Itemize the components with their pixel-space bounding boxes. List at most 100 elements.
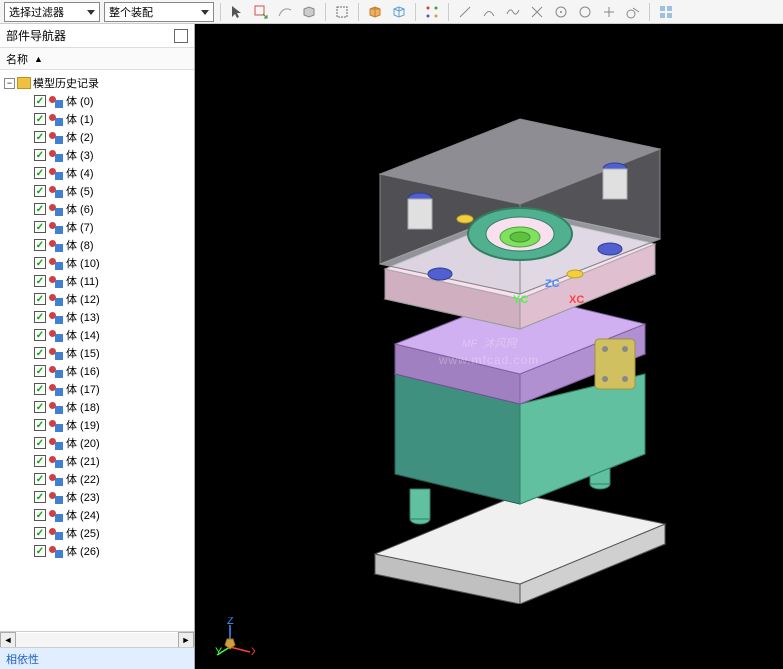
tree-item-body[interactable]: ✓ 体 (11) <box>2 272 192 290</box>
line-tool-icon[interactable] <box>455 2 475 22</box>
checkbox-icon[interactable]: ✓ <box>34 329 46 341</box>
checkbox-icon[interactable]: ✓ <box>34 401 46 413</box>
checkbox-icon[interactable]: ✓ <box>34 455 46 467</box>
checkbox-icon[interactable]: ✓ <box>34 203 46 215</box>
checkbox-icon[interactable]: ✓ <box>34 347 46 359</box>
tangent-tool-icon[interactable] <box>623 2 643 22</box>
side-bracket[interactable] <box>595 339 635 389</box>
3d-viewport[interactable]: ZC YC XC MF 沐风网 www.mfcad.com X Y Z <box>195 24 783 669</box>
tree-root-history[interactable]: − 模型历史记录 <box>2 74 192 92</box>
arc-tool-icon[interactable] <box>479 2 499 22</box>
tree-item-body[interactable]: ✓体 (6) <box>2 200 192 218</box>
tree-item-body[interactable]: ✓体 (5) <box>2 182 192 200</box>
tree-item-body[interactable]: ✓体 (13) <box>2 308 192 326</box>
checkbox-icon[interactable]: ✓ <box>34 95 46 107</box>
tree-item-label: 体 (19) <box>66 417 100 433</box>
model-tree[interactable]: − 模型历史记录 ✓体 (0)✓体 (1)✓体 (2)✓体 (3)✓体 (4)✓… <box>0 70 194 631</box>
checkbox-icon[interactable]: ✓ <box>34 311 46 323</box>
horizontal-scrollbar[interactable]: ◄ ► <box>0 631 194 647</box>
dependency-section-header[interactable]: 相依性 <box>0 647 194 669</box>
scroll-track[interactable] <box>16 633 178 647</box>
checkbox-icon[interactable]: ✓ <box>34 383 46 395</box>
scroll-right-icon[interactable]: ► <box>178 632 194 648</box>
tree-item-body[interactable]: ✓体 (2) <box>2 128 192 146</box>
tree-item-body[interactable]: ✓体 (3) <box>2 146 192 164</box>
checkbox-icon[interactable]: ✓ <box>34 419 46 431</box>
tree-item-body[interactable]: ✓体 (26) <box>2 542 192 560</box>
tree-item-body[interactable]: ✓ 体 (19) <box>2 416 192 434</box>
toolbar-separator <box>220 3 221 21</box>
circle-tool-icon[interactable] <box>575 2 595 22</box>
axis-z-label: ZC <box>545 278 560 290</box>
tree-item-body[interactable]: ✓体 (23) <box>2 488 192 506</box>
checkbox-icon[interactable]: ✓ <box>34 185 46 197</box>
tree-item-body[interactable]: ✓体 (25) <box>2 524 192 542</box>
tree-item-body[interactable]: ✓体 (15) <box>2 344 192 362</box>
watermark: MF 沐风网 www.mfcad.com <box>439 327 539 367</box>
point-tool-icon[interactable] <box>599 2 619 22</box>
tree-item-body[interactable]: ✓体 (8) <box>2 236 192 254</box>
tree-item-body[interactable]: ✓体 (22) <box>2 470 192 488</box>
axis-x-label: XC <box>569 294 584 306</box>
tree-item-body[interactable]: ✓体 (14) <box>2 326 192 344</box>
tree-item-body[interactable]: ✓体 (20) <box>2 434 192 452</box>
tree-item-body[interactable]: ✓体 (10) <box>2 254 192 272</box>
tree-item-body[interactable]: ✓ 体 (12) <box>2 290 192 308</box>
selection-filter-dropdown[interactable]: 选择过滤器 <box>4 2 100 22</box>
checkbox-icon[interactable]: ✓ <box>34 131 46 143</box>
collapse-icon[interactable]: − <box>4 78 15 89</box>
checkbox-icon[interactable]: ✓ <box>34 365 46 377</box>
pin-panel-icon[interactable] <box>174 29 188 43</box>
watermark-logo: MF <box>461 338 477 350</box>
view-triad[interactable]: X Y Z <box>215 617 255 657</box>
column-header-name[interactable]: 名称 ▲ <box>0 48 194 70</box>
checkbox-icon[interactable]: ✓ <box>34 239 46 251</box>
checkbox-icon[interactable]: ✓ <box>34 149 46 161</box>
checkbox-icon[interactable]: ✓ <box>34 257 46 269</box>
tree-item-body[interactable]: ✓体 (24) <box>2 506 192 524</box>
rect-select-icon[interactable] <box>332 2 352 22</box>
tree-item-body[interactable]: ✓ 体 (7) <box>2 218 192 236</box>
checkbox-icon[interactable]: ✓ <box>34 275 46 287</box>
tree-item-label: 体 (11) <box>66 273 99 289</box>
wireframe-box-icon[interactable] <box>389 2 409 22</box>
spline-tool-icon[interactable] <box>503 2 523 22</box>
face-select-icon[interactable] <box>299 2 319 22</box>
body-feature-icon <box>49 454 63 468</box>
tree-item-label: 体 (1) <box>66 111 94 127</box>
ring-insert[interactable] <box>468 208 572 260</box>
tree-item-body[interactable]: ✓体 (16) <box>2 362 192 380</box>
tree-item-label: 体 (12) <box>66 291 100 307</box>
assembly-scope-dropdown[interactable]: 整个装配 <box>104 2 214 22</box>
checkbox-icon[interactable]: ✓ <box>34 437 46 449</box>
selection-filter-label: 选择过滤器 <box>9 4 64 20</box>
checkbox-icon[interactable]: ✓ <box>34 167 46 179</box>
center-circle-icon[interactable] <box>551 2 571 22</box>
tree-item-body[interactable]: ✓体 (4) <box>2 164 192 182</box>
shaded-box-icon[interactable] <box>365 2 385 22</box>
checkbox-icon[interactable]: ✓ <box>34 113 46 125</box>
intersect-tool-icon[interactable] <box>527 2 547 22</box>
grid-tool-icon[interactable] <box>656 2 676 22</box>
cursor-tool-icon[interactable] <box>227 2 247 22</box>
tree-item-body[interactable]: ✓体 (18) <box>2 398 192 416</box>
checkbox-icon[interactable]: ✓ <box>34 509 46 521</box>
tree-item-body[interactable]: ✓体 (17) <box>2 380 192 398</box>
checkbox-icon[interactable]: ✓ <box>34 545 46 557</box>
checkbox-icon[interactable]: ✓ <box>34 221 46 233</box>
checkbox-icon[interactable]: ✓ <box>34 293 46 305</box>
tree-item-body[interactable]: ✓ 体 (1) <box>2 110 192 128</box>
checkbox-icon[interactable]: ✓ <box>34 473 46 485</box>
checkbox-icon[interactable]: ✓ <box>34 527 46 539</box>
tree-item-label: 体 (7) <box>66 219 94 235</box>
add-selection-icon[interactable] <box>251 2 271 22</box>
main-toolbar: 选择过滤器 整个装配 <box>0 0 783 24</box>
snap-points-icon[interactable] <box>422 2 442 22</box>
tree-item-body[interactable]: ✓体 (21) <box>2 452 192 470</box>
scroll-left-icon[interactable]: ◄ <box>0 632 16 648</box>
checkbox-icon[interactable]: ✓ <box>34 491 46 503</box>
curve-select-icon[interactable] <box>275 2 295 22</box>
triad-y-label: Y <box>215 646 223 657</box>
tree-item-body[interactable]: ✓体 (0) <box>2 92 192 110</box>
sort-asc-icon: ▲ <box>34 54 43 64</box>
